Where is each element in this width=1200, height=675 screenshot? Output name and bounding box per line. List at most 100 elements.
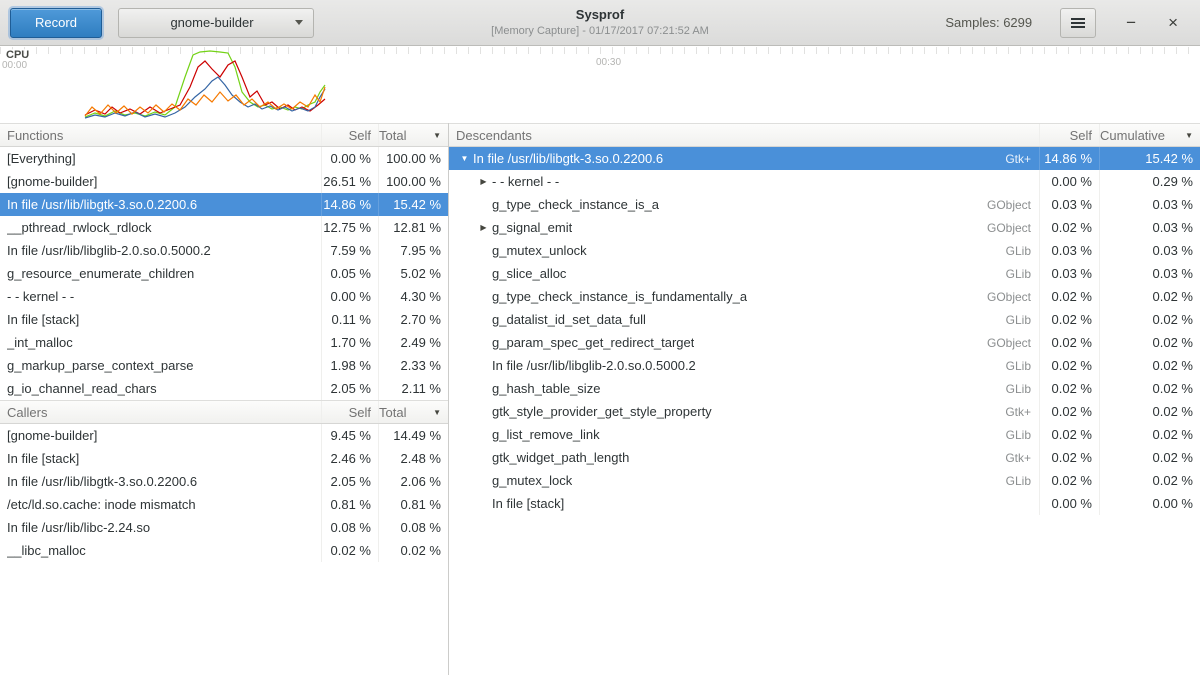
name-cell: In file [stack] xyxy=(0,447,322,470)
table-row[interactable]: ▶g_signal_emitGObject0.02 %0.03 % xyxy=(449,216,1200,239)
table-row[interactable]: __libc_malloc0.02 %0.02 % xyxy=(0,539,448,562)
function-name: g_mutex_unlock xyxy=(492,243,587,258)
table-row[interactable]: In file /usr/lib/libc-2.24.so0.08 %0.08 … xyxy=(0,516,448,539)
table-row[interactable]: ▼In file /usr/lib/libgtk-3.so.0.2200.6Gt… xyxy=(449,147,1200,170)
library-tag: GLib xyxy=(996,313,1039,327)
library-tag: GObject xyxy=(977,198,1039,212)
expander-right-icon[interactable]: ▶ xyxy=(475,177,492,186)
library-tag: Gtk+ xyxy=(995,405,1039,419)
table-row[interactable]: In file /usr/lib/libgtk-3.so.0.2200.62.0… xyxy=(0,470,448,493)
process-selector-dropdown[interactable]: gnome-builder xyxy=(118,8,314,38)
menu-button[interactable] xyxy=(1060,8,1096,38)
descendants-column-header[interactable]: Descendants xyxy=(449,124,1040,146)
functions-column-header[interactable]: Functions xyxy=(0,124,322,146)
function-name: g_mutex_lock xyxy=(492,473,572,488)
total-column-header[interactable]: Total ▼ xyxy=(379,401,448,423)
self-value: 0.05 % xyxy=(322,262,379,285)
library-tag: GObject xyxy=(977,290,1039,304)
chevron-down-icon xyxy=(295,20,303,25)
self-column-header[interactable]: Self xyxy=(322,124,379,146)
total-value: 15.42 % xyxy=(1100,147,1200,170)
self-value: 0.00 % xyxy=(1040,492,1100,515)
table-row[interactable]: g_resource_enumerate_children0.05 %5.02 … xyxy=(0,262,448,285)
name-cell: g_list_remove_linkGLib xyxy=(449,423,1040,446)
table-row[interactable]: In file /usr/lib/libglib-2.0.so.0.5000.2… xyxy=(449,354,1200,377)
total-column-header[interactable]: Total ▼ xyxy=(379,124,448,146)
cpu-timeline[interactable]: CPU 00:00 00:30 xyxy=(0,47,1200,123)
table-row[interactable]: g_markup_parse_context_parse1.98 %2.33 % xyxy=(0,354,448,377)
callers-column-header[interactable]: Callers xyxy=(0,401,322,423)
self-column-header[interactable]: Self xyxy=(322,401,379,423)
table-row[interactable]: /etc/ld.so.cache: inode mismatch0.81 %0.… xyxy=(0,493,448,516)
table-row[interactable]: [Everything]0.00 %100.00 % xyxy=(0,147,448,170)
table-row[interactable]: In file [stack]2.46 %2.48 % xyxy=(0,447,448,470)
table-row[interactable]: gtk_widget_path_lengthGtk+0.02 %0.02 % xyxy=(449,446,1200,469)
expander-down-icon[interactable]: ▼ xyxy=(456,154,473,163)
name-cell: __pthread_rwlock_rdlock xyxy=(0,216,322,239)
function-name: g_resource_enumerate_children xyxy=(7,266,194,281)
table-row[interactable]: ▶- - kernel - -0.00 %0.29 % xyxy=(449,170,1200,193)
table-row[interactable]: g_hash_table_sizeGLib0.02 %0.02 % xyxy=(449,377,1200,400)
function-name: _int_malloc xyxy=(7,335,73,350)
self-value: 0.00 % xyxy=(322,147,379,170)
total-value: 0.02 % xyxy=(1100,331,1200,354)
table-row[interactable]: g_io_channel_read_chars2.05 %2.11 % xyxy=(0,377,448,400)
cumulative-column-header[interactable]: Cumulative ▼ xyxy=(1100,124,1200,146)
table-row[interactable]: __pthread_rwlock_rdlock12.75 %12.81 % xyxy=(0,216,448,239)
function-name: /etc/ld.so.cache: inode mismatch xyxy=(7,497,196,512)
functions-header-row: Functions Self Total ▼ xyxy=(0,123,448,147)
functions-pane: Functions Self Total ▼ [Everything]0.00 … xyxy=(0,123,448,562)
record-button[interactable]: Record xyxy=(10,8,102,38)
name-cell: g_param_spec_get_redirect_targetGObject xyxy=(449,331,1040,354)
total-value: 2.49 % xyxy=(379,331,448,354)
name-cell: g_hash_table_sizeGLib xyxy=(449,377,1040,400)
minimize-button[interactable]: − xyxy=(1122,10,1140,35)
total-value: 0.02 % xyxy=(1100,285,1200,308)
function-name: [gnome-builder] xyxy=(7,174,97,189)
total-value: 0.81 % xyxy=(379,493,448,516)
table-row[interactable]: [gnome-builder]9.45 %14.49 % xyxy=(0,424,448,447)
total-value: 0.02 % xyxy=(1100,446,1200,469)
function-name: In file /usr/lib/libgtk-3.so.0.2200.6 xyxy=(7,474,197,489)
descendants-list: ▼In file /usr/lib/libgtk-3.so.0.2200.6 Gt… xyxy=(449,147,1200,515)
table-row[interactable]: g_type_check_instance_is_aGObject0.03 %0… xyxy=(449,193,1200,216)
table-row[interactable]: In file /usr/lib/libgtk-3.so.0.2200.614.… xyxy=(0,193,448,216)
headerbar: Record gnome-builder Sysprof [Memory Cap… xyxy=(0,0,1200,46)
table-row[interactable]: g_slice_allocGLib0.03 %0.03 % xyxy=(449,262,1200,285)
table-row[interactable]: In file [stack]0.11 %2.70 % xyxy=(0,308,448,331)
pane-divider[interactable] xyxy=(448,123,449,675)
process-selector-value: gnome-builder xyxy=(129,15,295,30)
table-row[interactable]: In file /usr/lib/libglib-2.0.so.0.5000.2… xyxy=(0,239,448,262)
function-name: In file /usr/lib/libgtk-3.so.0.2200.6 xyxy=(473,151,663,166)
table-row[interactable]: _int_malloc1.70 %2.49 % xyxy=(0,331,448,354)
total-column-label: Total xyxy=(379,128,406,143)
table-row[interactable]: [gnome-builder]26.51 %100.00 % xyxy=(0,170,448,193)
descendants-pane: Descendants Self Cumulative ▼ ▼In file /… xyxy=(449,123,1200,515)
function-name: g_param_spec_get_redirect_target xyxy=(492,335,694,350)
total-value: 0.03 % xyxy=(1100,216,1200,239)
total-value: 12.81 % xyxy=(379,216,448,239)
name-cell: [gnome-builder] xyxy=(0,424,322,447)
table-row[interactable]: g_list_remove_linkGLib0.02 %0.02 % xyxy=(449,423,1200,446)
total-value: 15.42 % xyxy=(379,193,448,216)
name-cell: [Everything] xyxy=(0,147,322,170)
name-cell: - - kernel - - xyxy=(0,285,322,308)
table-row[interactable]: g_type_check_instance_is_fundamentally_a… xyxy=(449,285,1200,308)
table-row[interactable]: - - kernel - -0.00 %4.30 % xyxy=(0,285,448,308)
library-tag: GLib xyxy=(996,428,1039,442)
table-row[interactable]: gtk_style_provider_get_style_propertyGtk… xyxy=(449,400,1200,423)
self-value: 0.00 % xyxy=(1040,170,1100,193)
table-row[interactable]: g_datalist_id_set_data_fullGLib0.02 %0.0… xyxy=(449,308,1200,331)
app-title: Sysprof xyxy=(300,7,900,22)
library-tag: GLib xyxy=(996,474,1039,488)
table-row[interactable]: g_param_spec_get_redirect_targetGObject 0… xyxy=(449,331,1200,354)
sort-indicator-icon: ▼ xyxy=(427,408,441,417)
self-column-header[interactable]: Self xyxy=(1040,124,1100,146)
table-row[interactable]: g_mutex_lockGLib0.02 %0.02 % xyxy=(449,469,1200,492)
expander-right-icon[interactable]: ▶ xyxy=(475,223,492,232)
table-row[interactable]: g_mutex_unlockGLib0.03 %0.03 % xyxy=(449,239,1200,262)
table-row[interactable]: In file [stack]0.00 %0.00 % xyxy=(449,492,1200,515)
cpu-series-orange xyxy=(85,87,325,116)
close-button[interactable]: × xyxy=(1164,10,1182,35)
total-value: 0.02 % xyxy=(1100,400,1200,423)
